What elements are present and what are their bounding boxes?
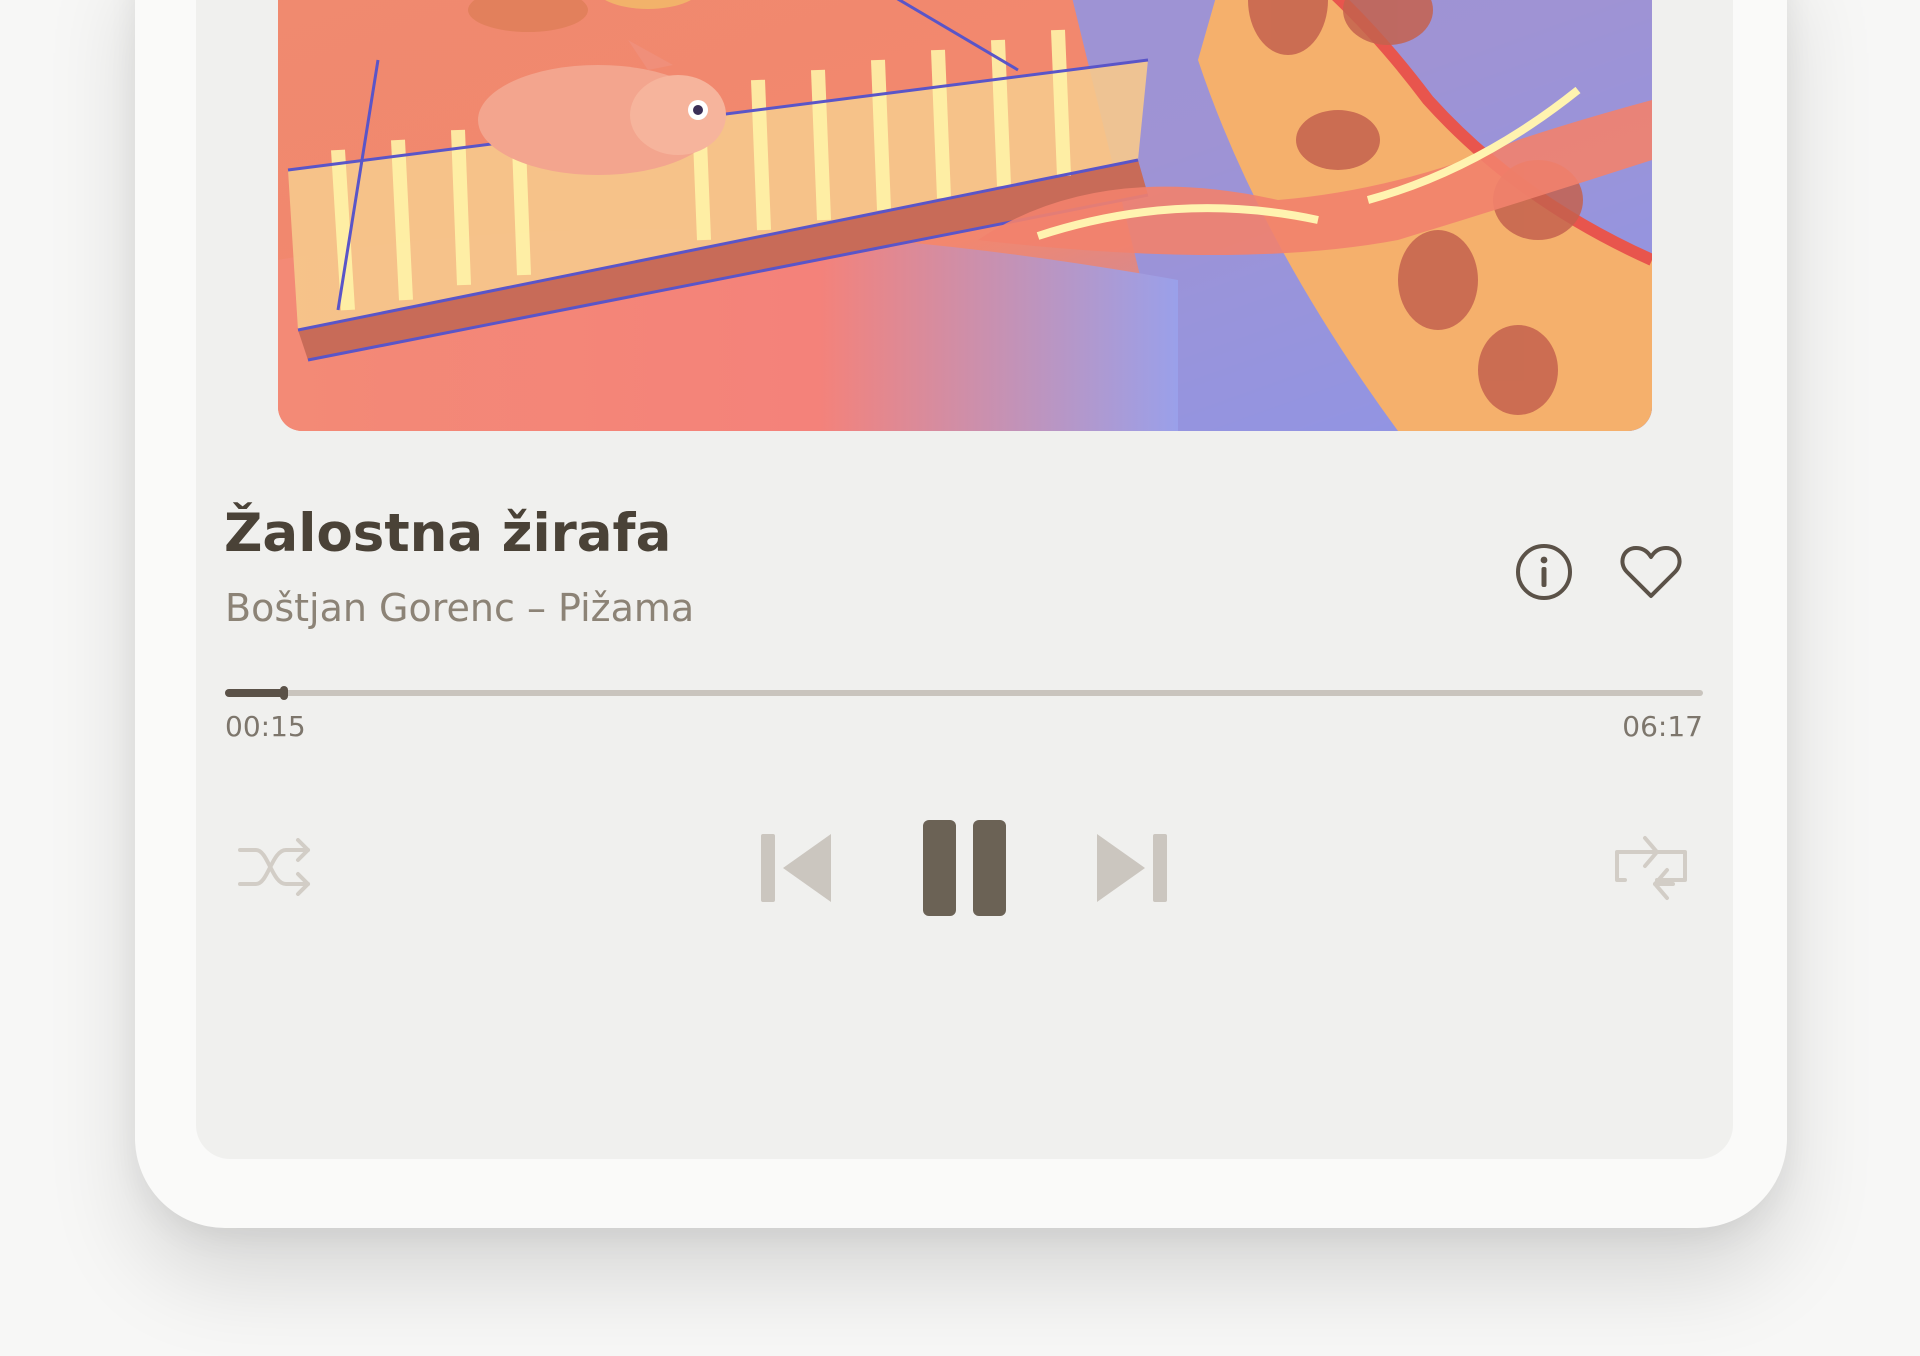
playback-progress-bar[interactable] — [225, 683, 1703, 703]
progress-fill — [225, 689, 285, 697]
repeat-icon — [1615, 836, 1687, 900]
previous-track-button[interactable] — [761, 832, 833, 904]
next-track-button[interactable] — [1095, 832, 1167, 904]
album-artwork — [278, 0, 1652, 431]
skip-next-icon — [1097, 834, 1167, 902]
track-title: Žalostna žirafa — [224, 503, 672, 564]
progress-scrubber[interactable] — [280, 686, 289, 700]
info-button[interactable] — [1514, 542, 1574, 602]
total-time: 06:17 — [1622, 710, 1703, 743]
skip-previous-icon — [761, 834, 831, 902]
track-artist-album: Boštjan Gorenc – Pižama — [225, 586, 695, 630]
elapsed-time: 00:15 — [225, 710, 306, 743]
pause-icon — [923, 820, 1006, 916]
repeat-button[interactable] — [1611, 832, 1691, 904]
progress-track — [225, 690, 1703, 696]
info-circle-icon — [1516, 544, 1572, 600]
favorite-button[interactable] — [1619, 542, 1683, 602]
pause-button[interactable] — [923, 818, 1007, 918]
player-device-frame: Žalostna žirafa Boštjan Gorenc – Pižama … — [135, 0, 1787, 1228]
shuffle-icon — [238, 838, 310, 896]
heart-outline-icon — [1620, 546, 1682, 598]
now-playing-panel: Žalostna žirafa Boštjan Gorenc – Pižama … — [196, 0, 1733, 1159]
shuffle-button[interactable] — [238, 838, 314, 896]
